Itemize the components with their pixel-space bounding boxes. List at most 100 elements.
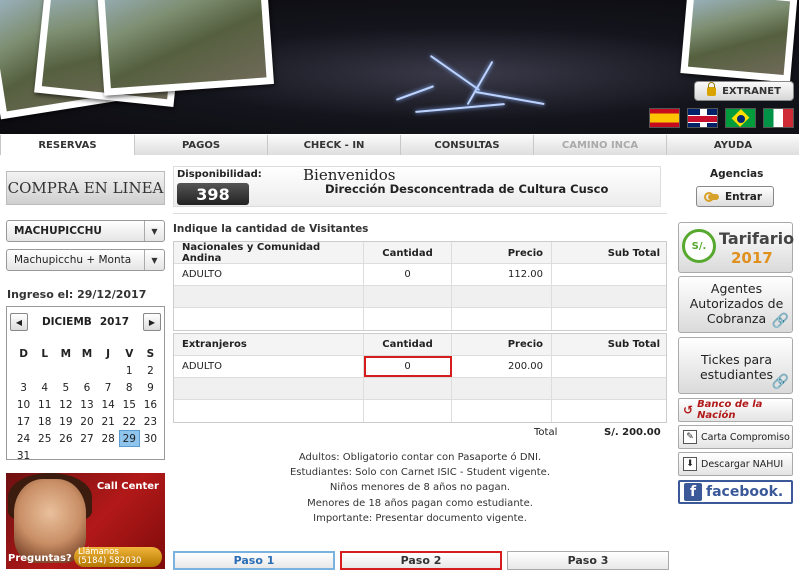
calendar-day[interactable]: 26 (55, 430, 76, 447)
quantity-field[interactable]: 0 (364, 356, 452, 377)
step-3-button[interactable]: Paso 3 (507, 551, 669, 570)
calendar-day[interactable]: 31 (13, 447, 34, 464)
calendar-day[interactable]: 11 (34, 396, 55, 413)
calendar-day[interactable]: 15 (119, 396, 140, 413)
total-value: S/. 200.00 (604, 427, 661, 438)
calendar-day[interactable]: 14 (98, 396, 119, 413)
tab-camino-inca[interactable]: CAMINO INCA (533, 135, 666, 155)
calendar-day[interactable]: 3 (13, 379, 34, 396)
descargar-label: Descargar NAHUI (701, 458, 784, 470)
extranet-button[interactable]: EXTRANET (694, 81, 794, 101)
tab-pagos[interactable]: PAGOS (134, 135, 267, 155)
entrar-button[interactable]: Entrar (696, 186, 774, 207)
divider (173, 213, 667, 214)
link-icon: 🔗 (771, 313, 789, 329)
calendar-day[interactable]: 12 (55, 396, 76, 413)
column-header: Precio (452, 242, 552, 264)
prev-month-button[interactable]: ◀ (10, 313, 28, 331)
calendar-day[interactable]: 9 (140, 379, 161, 396)
weekday-header: V (125, 347, 134, 360)
calendar-day[interactable]: 16 (140, 396, 161, 413)
subtotal-cell (552, 356, 668, 377)
disponibilidad-label: Disponibilidad: (177, 169, 262, 180)
calendar-day[interactable]: 7 (98, 379, 119, 396)
note-line: Estudiantes: Solo con Carnet ISIC - Stud… (289, 467, 551, 479)
light-trails (395, 54, 545, 122)
tickes-estudiantes-button[interactable]: Tickes para estudiantes 🔗 (678, 337, 793, 394)
next-month-button[interactable]: ▶ (142, 313, 161, 331)
header-banner: EXTRANET (0, 0, 799, 134)
tab-reservas[interactable]: RESERVAS (0, 135, 134, 155)
compra-en-linea-title: COMPRA EN LINEA (6, 171, 165, 205)
carta-compromiso-button[interactable]: ✎ Carta Compromiso (678, 425, 793, 449)
spain-flag-icon[interactable] (649, 108, 680, 128)
table-row: ADULTO 0 112.00 (174, 264, 666, 286)
weekday-header: L (41, 347, 49, 360)
tarifario-year: 2017 (731, 249, 773, 267)
calendar-day[interactable]: 2 (140, 362, 161, 379)
step-2-button[interactable]: Paso 2 (340, 551, 502, 570)
visitor-type: ADULTO (174, 356, 364, 377)
column-header: Sub Total (607, 339, 660, 350)
descargar-nahui-button[interactable]: ⬇ Descargar NAHUI (678, 452, 793, 476)
calendar-day[interactable]: 19 (55, 413, 76, 430)
calendar-day[interactable]: 13 (76, 396, 97, 413)
weekday-header: S (146, 347, 155, 360)
calendar-day[interactable]: 10 (13, 396, 34, 413)
call-center-title: Call Center (96, 481, 159, 492)
banco-label: Banco de la Nación (697, 399, 763, 421)
banco-logo-icon: ↺ (683, 403, 694, 417)
calendar-blank (13, 362, 34, 379)
calendar-day[interactable]: 20 (76, 413, 97, 430)
key-icon (703, 191, 719, 202)
tab-ayuda[interactable]: AYUDA (666, 135, 799, 155)
route-select[interactable]: Machupicchu + Monta ▼ (6, 249, 165, 271)
weekday-header: M (60, 347, 72, 360)
agentes-cobranza-button[interactable]: Agentes Autorizados de Cobranza 🔗 (678, 276, 793, 333)
tab-check-in[interactable]: CHECK - IN (267, 135, 400, 155)
tarifario-button[interactable]: S/. Tarifario 2017 (678, 222, 795, 273)
calendar-day[interactable]: 6 (76, 379, 97, 396)
calendar-day[interactable]: 8 (119, 379, 140, 396)
banco-nacion-button[interactable]: ↺ Banco de la Nación (678, 398, 793, 422)
ingreso-date: 29/12/2017 (77, 288, 147, 301)
site-select[interactable]: MACHUPICCHU ▼ (6, 220, 165, 242)
calendar-day[interactable]: 18 (34, 413, 55, 430)
facebook-button[interactable]: f facebook. (678, 480, 793, 504)
calendar-day[interactable]: 29 (118, 430, 140, 447)
tab-consultas[interactable]: CONSULTAS (400, 135, 533, 155)
brazil-flag-icon[interactable] (725, 108, 756, 128)
quantity-field[interactable]: 0 (364, 264, 452, 285)
phone-number: (5184) 582030 (78, 556, 142, 566)
calendar-day[interactable]: 1 (119, 362, 140, 379)
uk-flag-icon[interactable] (687, 108, 718, 128)
calendar-blank (76, 362, 97, 379)
calendar-day[interactable]: 30 (140, 430, 161, 447)
call-center-banner[interactable]: Call Center Preguntas? Llámanos (5184) 5… (6, 473, 165, 569)
direccion-subtitle: Dirección Desconcentrada de Cultura Cusc… (325, 182, 609, 196)
document-edit-icon: ✎ (683, 430, 697, 444)
calendar-blank (34, 362, 55, 379)
site-select-value: MACHUPICCHU (14, 225, 102, 237)
tarifario-title: Tarifario (719, 229, 795, 248)
weekday-header: M (81, 347, 93, 360)
calendar-day[interactable]: 28 (98, 430, 119, 447)
calendar-day[interactable]: 4 (34, 379, 55, 396)
calendar-blank (55, 362, 76, 379)
calendar-day[interactable]: 25 (34, 430, 55, 447)
italy-flag-icon[interactable] (763, 108, 794, 128)
column-header: Nacionales y Comunidad Andina (174, 242, 364, 264)
calendar-day[interactable]: 21 (98, 413, 119, 430)
calendar-day[interactable]: 24 (13, 430, 34, 447)
calendar-day[interactable]: 23 (140, 413, 161, 430)
calendar-day[interactable]: 27 (76, 430, 97, 447)
visitor-notes: Adultos: Obligatorio contar con Pasaport… (175, 450, 665, 526)
calendar-day[interactable]: 5 (55, 379, 76, 396)
price-cell: 112.00 (452, 264, 552, 285)
column-header: Cantidad (364, 242, 452, 264)
column-header: Extranjeros (174, 334, 364, 355)
calendar-day[interactable]: 22 (119, 413, 140, 430)
calendar-day[interactable]: 17 (13, 413, 34, 430)
facebook-label: facebook. (706, 484, 784, 500)
step-1-button[interactable]: Paso 1 (173, 551, 335, 570)
